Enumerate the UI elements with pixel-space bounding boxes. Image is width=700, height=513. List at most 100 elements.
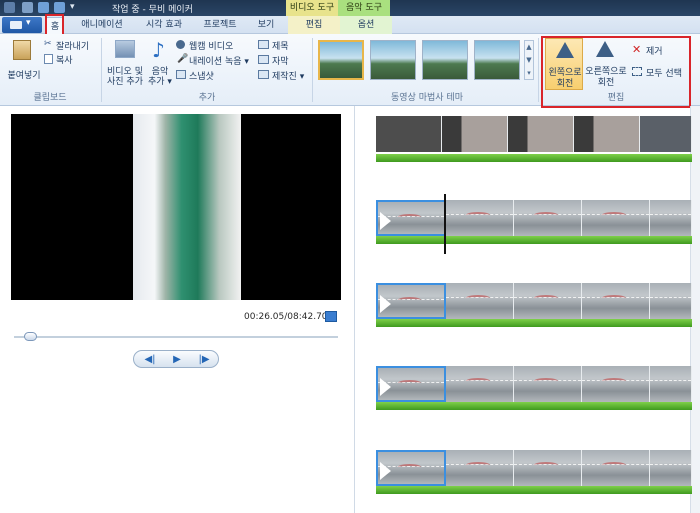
theme-thumbnail[interactable] <box>422 40 468 80</box>
cut-label: 잘라내기 <box>56 42 90 52</box>
theme-thumbnail[interactable] <box>370 40 416 80</box>
audio-track[interactable] <box>376 319 692 327</box>
app-icon <box>4 2 15 13</box>
photo-clip[interactable] <box>508 116 574 152</box>
snapshot-label: 스냅샷 <box>189 72 214 82</box>
paste-button[interactable]: 붙여넣기 <box>4 38 41 84</box>
seek-bar[interactable] <box>14 336 338 338</box>
audio-track[interactable] <box>376 486 692 494</box>
photo-clip[interactable] <box>442 116 508 152</box>
audio-track[interactable] <box>376 154 692 162</box>
photo-clip[interactable] <box>574 116 640 152</box>
copy-button[interactable]: 복사 <box>44 53 100 66</box>
caption-button[interactable]: 자막 <box>258 54 308 67</box>
music-note-icon: ♪ <box>152 38 165 62</box>
video-clip[interactable] <box>376 200 446 236</box>
copy-icon <box>44 54 53 64</box>
video-clip[interactable] <box>650 450 692 486</box>
video-clip[interactable] <box>376 366 446 402</box>
edit-group-highlight <box>541 36 691 108</box>
ribbon-separator <box>538 38 539 102</box>
snapshot-button[interactable]: 스냅샷 <box>176 69 256 82</box>
title-label: 제목 <box>272 42 289 52</box>
video-clip[interactable] <box>582 450 650 486</box>
caption-icon <box>258 55 269 64</box>
video-clip[interactable] <box>376 450 446 486</box>
tab-project[interactable]: 프로젝트 <box>196 16 244 34</box>
snapshot-icon <box>176 70 186 79</box>
film-icon <box>115 40 135 58</box>
audio-track[interactable] <box>376 402 692 410</box>
tab-options[interactable]: 옵션 <box>340 16 392 34</box>
file-menu-button[interactable]: ▾ <box>2 17 42 33</box>
add-group-label: 추가 <box>198 93 216 103</box>
context-tab-header: 비디오 도구 음악 도구 <box>286 0 390 16</box>
playback-controls: ◀| ▶ |▶ <box>133 350 219 368</box>
record-narration-button[interactable]: 🎤 내레이션 녹음 ▾ <box>176 54 256 67</box>
narration-label: 내레이션 녹음 ▾ <box>189 57 249 67</box>
video-preview[interactable] <box>11 114 341 300</box>
video-clip[interactable] <box>514 200 582 236</box>
storyboard-row <box>376 283 696 327</box>
video-clip[interactable] <box>650 283 692 319</box>
file-menu-icon <box>10 21 22 29</box>
webcam-label: 웹캠 비디오 <box>189 42 234 52</box>
video-clip[interactable] <box>514 283 582 319</box>
save-icon[interactable] <box>22 2 33 13</box>
video-clip[interactable] <box>446 283 514 319</box>
photo-clip[interactable] <box>640 116 692 152</box>
tab-visual-effects[interactable]: 시각 효과 <box>134 16 194 34</box>
theme-thumbnail[interactable] <box>474 40 520 80</box>
video-clip[interactable] <box>446 450 514 486</box>
storyboard-row <box>376 366 696 410</box>
undo-icon[interactable] <box>38 2 49 13</box>
window-title: 작업 중 - 무비 메이커 <box>112 5 193 15</box>
video-clip[interactable] <box>582 283 650 319</box>
cut-button[interactable]: ✂ 잘라내기 <box>44 39 100 52</box>
photo-clip[interactable] <box>376 116 442 152</box>
video-clip[interactable] <box>650 200 692 236</box>
tab-animation[interactable]: 애니메이션 <box>72 16 132 34</box>
video-clip[interactable] <box>650 366 692 402</box>
theme-gallery-scroll[interactable]: ▲ ▼ ▾ <box>524 40 534 80</box>
video-clip[interactable] <box>514 366 582 402</box>
video-clip[interactable] <box>582 366 650 402</box>
quick-access-dropdown-icon[interactable]: ▾ <box>70 2 75 12</box>
title-button[interactable]: 제목 <box>258 39 308 52</box>
credits-label: 제작진 ▾ <box>272 72 305 82</box>
previous-frame-icon[interactable]: ◀| <box>142 353 158 366</box>
seek-thumb[interactable] <box>23 332 37 341</box>
title-icon <box>258 40 269 49</box>
playhead[interactable] <box>444 194 446 254</box>
tab-view[interactable]: 보기 <box>246 16 286 34</box>
fullscreen-icon[interactable] <box>325 311 337 322</box>
audio-track[interactable] <box>376 236 692 244</box>
webcam-video-button[interactable]: 웹캠 비디오 <box>176 39 256 52</box>
webcam-icon <box>176 40 185 49</box>
theme-thumbnail[interactable] <box>318 40 364 80</box>
pane-divider[interactable] <box>354 106 355 513</box>
chevron-down-icon: ▾ <box>26 18 31 28</box>
home-tab-highlight <box>45 14 64 36</box>
storyboard-row <box>376 116 696 162</box>
title-bar: ▾ 작업 중 - 무비 메이커 비디오 도구 음악 도구 <box>0 0 700 16</box>
play-icon[interactable]: ▶ <box>169 353 185 366</box>
ribbon-tab-row: ▾ 홈 애니메이션 시각 효과 프로젝트 보기 편집 옵션 <box>0 16 700 34</box>
video-clip[interactable] <box>514 450 582 486</box>
tab-edit[interactable]: 편집 <box>288 16 340 34</box>
video-clip[interactable] <box>582 200 650 236</box>
credits-button[interactable]: 제작진 ▾ <box>258 69 310 82</box>
next-frame-icon[interactable]: |▶ <box>196 353 212 366</box>
storyboard-row <box>376 450 696 494</box>
redo-icon[interactable] <box>54 2 65 13</box>
clipboard-group-label: 클립보드 <box>33 93 67 103</box>
video-clip[interactable] <box>376 283 446 319</box>
scissors-icon: ✂ <box>44 39 52 49</box>
video-tools-label: 비디오 도구 <box>286 0 338 16</box>
add-video-photo-label-2: 사진 추가 <box>107 77 143 87</box>
add-music-button[interactable]: ♪ 음악 추가 ▾ <box>146 38 174 88</box>
add-video-photo-button[interactable]: 비디오 및 사진 추가 <box>104 38 146 88</box>
video-clip[interactable] <box>446 366 514 402</box>
paste-label: 붙여넣기 <box>7 71 41 81</box>
video-clip[interactable] <box>446 200 514 236</box>
